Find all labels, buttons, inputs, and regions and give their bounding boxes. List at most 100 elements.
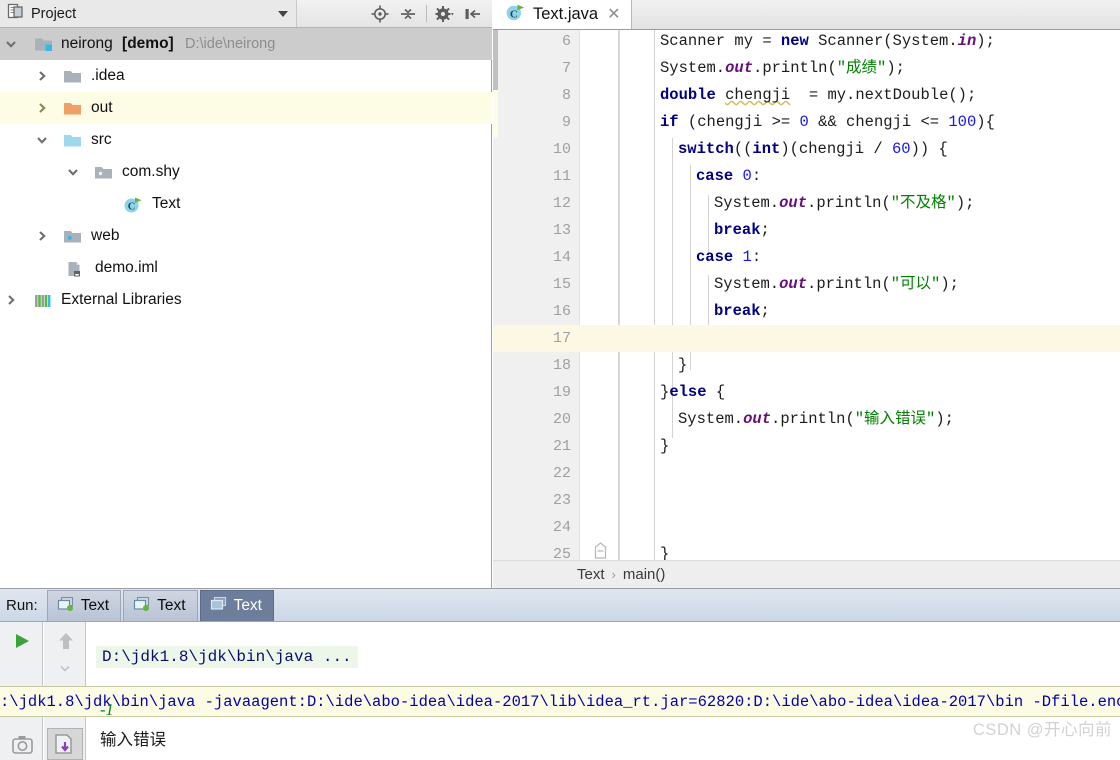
run-tab-text-2[interactable]: Text: [123, 590, 198, 621]
run-console-body[interactable]: D:\jdk1.8\jdk\bin\java ... :\jdk1.8\jdk\…: [0, 622, 1120, 760]
line-number: 18: [552, 357, 571, 374]
breadcrumb-separator-icon: ›: [611, 567, 616, 582]
code-line-12[interactable]: 12 System.out.println("不及格");: [493, 190, 1120, 217]
line-number: 24: [552, 519, 571, 536]
export-to-file-icon[interactable]: [47, 728, 83, 760]
folder-web-icon: [63, 228, 81, 244]
tree-row-src[interactable]: src: [0, 124, 492, 156]
tree-row-text-class[interactable]: C Text: [0, 188, 492, 220]
tree-row-idea[interactable]: .idea: [0, 60, 492, 92]
run-tabbar: Run: Text Text Text: [0, 589, 1120, 622]
code-text: }: [678, 356, 688, 374]
project-toolbar: [367, 0, 486, 27]
chevron-down-icon[interactable]: [66, 165, 80, 179]
code-line-22[interactable]: 22: [493, 460, 1120, 487]
console-output-line: 输入错误: [100, 731, 166, 749]
tree-label-neirong: neirong [demo] D:\ide\neirong: [61, 35, 276, 52]
run-tab-label: Text: [233, 597, 262, 614]
tree-row-external-libraries[interactable]: External Libraries: [0, 284, 492, 316]
line-number: 7: [561, 60, 571, 77]
svg-text:C: C: [128, 202, 136, 213]
run-tab-text-1[interactable]: Text: [46, 590, 122, 621]
chevron-down-icon[interactable]: [35, 133, 49, 147]
code-line-17[interactable]: 17: [493, 325, 1120, 352]
line-number: 22: [552, 465, 571, 482]
code-line-13[interactable]: 13 break;: [493, 217, 1120, 244]
run-config-icon: [57, 596, 75, 617]
gear-settings-icon[interactable]: [432, 1, 458, 27]
code-line-23[interactable]: 23: [493, 487, 1120, 514]
rerun-play-icon[interactable]: [7, 628, 37, 654]
chevron-down-icon[interactable]: [278, 10, 289, 17]
code-line-11[interactable]: 11 case 0:: [493, 163, 1120, 190]
project-tab-label: Project: [31, 5, 77, 22]
editor-tabbar: C Text.java ✕: [493, 0, 1120, 30]
line-number: 19: [552, 384, 571, 401]
collapse-all-icon[interactable]: [395, 1, 421, 27]
collapse-small-icon[interactable]: [50, 661, 80, 677]
camera-print-icon[interactable]: [7, 730, 39, 760]
code-line-25[interactable]: 25}: [493, 541, 1120, 560]
scroll-up-arrow-icon[interactable]: [51, 628, 81, 654]
tree-row-com-shy[interactable]: com.shy: [0, 156, 492, 188]
code-line-20[interactable]: 20 System.out.println("输入错误");: [493, 406, 1120, 433]
chevron-down-icon[interactable]: [4, 37, 18, 51]
breadcrumb-item-method[interactable]: main(): [623, 566, 666, 583]
code-text: System.out.println("成绩");: [660, 59, 905, 77]
chevron-right-icon[interactable]: [35, 69, 49, 83]
code-text: break;: [714, 302, 770, 320]
code-line-7[interactable]: 7 System.out.println("成绩");: [493, 55, 1120, 82]
code-text: switch((int)(chengji / 60)) {: [678, 140, 948, 158]
tree-row-demo-iml[interactable]: demo.iml: [0, 252, 492, 284]
code-line-8[interactable]: 8 double chengji = my.nextDouble();: [493, 82, 1120, 109]
project-panel-header: Project: [0, 0, 492, 28]
tree-row-web[interactable]: web: [0, 220, 492, 252]
code-line-6[interactable]: 6 Scanner my = new Scanner(System.in);: [493, 30, 1120, 55]
code-text: break;: [714, 221, 770, 239]
breadcrumb-item-class[interactable]: Text: [577, 566, 605, 583]
line-number: 13: [552, 222, 571, 239]
code-line-24[interactable]: 24: [493, 514, 1120, 541]
fold-region-marker-icon[interactable]: [594, 542, 607, 559]
hide-panel-icon[interactable]: [460, 1, 486, 27]
tree-row-out[interactable]: out: [0, 92, 492, 124]
code-line-10[interactable]: 10 switch((int)(chengji / 60)) {: [493, 136, 1120, 163]
line-number: 15: [552, 276, 571, 293]
project-tab[interactable]: Project: [0, 0, 298, 27]
code-line-16[interactable]: 16 break;: [493, 298, 1120, 325]
run-label: Run:: [6, 597, 38, 614]
folder-blue-icon: [63, 132, 81, 148]
run-tab-label: Text: [157, 597, 186, 614]
command-line-tooltip: :\jdk1.8\jdk\bin\java -javaagent:D:\ide\…: [0, 686, 1120, 717]
command-line-short: D:\jdk1.8\jdk\bin\java ...: [96, 646, 358, 668]
folder-gray-icon: [63, 68, 81, 84]
code-text: System.out.println("不及格");: [714, 194, 975, 212]
line-number: 9: [561, 114, 571, 131]
code-text: case 1:: [696, 248, 762, 266]
tree-label-text-class: Text: [152, 195, 181, 212]
close-icon[interactable]: ✕: [607, 6, 620, 23]
breadcrumb[interactable]: Text › main(): [493, 560, 1120, 588]
tree-label-idea: .idea: [91, 67, 125, 84]
line-number: 6: [561, 33, 571, 50]
tree-label-external-libraries: External Libraries: [61, 291, 182, 308]
tree-label-out: out: [91, 99, 113, 116]
code-line-14[interactable]: 14 case 1:: [493, 244, 1120, 271]
chevron-right-icon[interactable]: [4, 293, 18, 307]
code-editor[interactable]: 6 Scanner my = new Scanner(System.in); 7 Sy…: [493, 30, 1120, 560]
tree-label-com-shy: com.shy: [122, 163, 180, 180]
code-line-19[interactable]: 19}else {: [493, 379, 1120, 406]
code-line-21[interactable]: 21}: [493, 433, 1120, 460]
chevron-right-icon[interactable]: [35, 101, 49, 115]
tree-row-neirong[interactable]: neirong [demo] D:\ide\neirong: [0, 28, 492, 60]
editor-tab-text-java[interactable]: C Text.java ✕: [493, 0, 632, 29]
code-line-15[interactable]: 15 System.out.println("可以");: [493, 271, 1120, 298]
locate-target-icon[interactable]: [367, 1, 393, 27]
code-line-9[interactable]: 9 if (chengji >= 0 && chengji <= 100){: [493, 109, 1120, 136]
run-tab-text-3-active[interactable]: Text: [199, 590, 274, 621]
code-line-18[interactable]: 18}: [493, 352, 1120, 379]
tree-label-src: src: [91, 131, 112, 148]
line-number: 11: [552, 168, 571, 185]
line-number: 10: [552, 141, 571, 158]
chevron-right-icon[interactable]: [35, 229, 49, 243]
